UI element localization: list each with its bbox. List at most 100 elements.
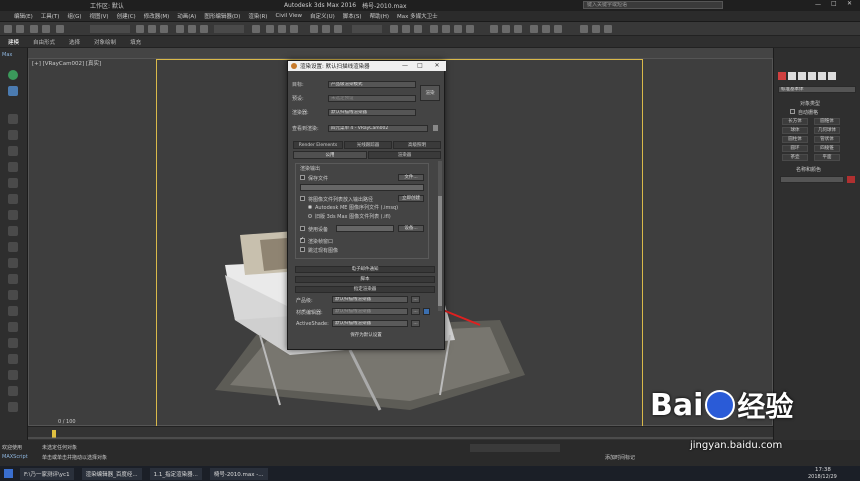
use-device-checkbox[interactable]	[300, 226, 305, 231]
toolbar-icons[interactable]	[0, 22, 860, 36]
ribbon-tab-selection[interactable]: 选择	[69, 38, 80, 46]
taskbar-item-3dsmax[interactable]: 椅号-2010.max -...	[209, 467, 268, 480]
left-tool-2[interactable]	[8, 86, 18, 96]
tab-renderer[interactable]: 渲染器	[368, 151, 441, 159]
close-icon[interactable]: ✕	[847, 0, 852, 7]
view-to-render-dropdown[interactable]: 四元菜单 4 - VRayCam002	[328, 125, 428, 132]
tab-render-elements[interactable]: Render Elements	[293, 141, 343, 149]
plane-button[interactable]: 平面	[814, 154, 840, 161]
geosphere-button[interactable]: 几何球体	[814, 127, 840, 134]
motion-tab-icon[interactable]	[808, 72, 816, 80]
menu-item-graph-editors[interactable]: 图形编辑器(D)	[204, 12, 240, 20]
left-tool-21[interactable]	[8, 402, 18, 412]
menu-item-views[interactable]: 视图(V)	[90, 12, 109, 20]
left-tool-1[interactable]	[8, 70, 18, 80]
left-tool-15[interactable]	[8, 306, 18, 316]
lock-icon[interactable]	[433, 125, 438, 131]
clock-time[interactable]: 17:38	[815, 467, 831, 473]
maxscript-label[interactable]: MAXScript	[2, 454, 28, 460]
timeline[interactable]: 0 / 100	[28, 419, 773, 440]
activeshade-choose-button[interactable]: ...	[411, 320, 420, 327]
left-tool-5[interactable]	[8, 146, 18, 156]
tube-button[interactable]: 管状体	[814, 136, 840, 143]
menu-item-tools[interactable]: 工具(T)	[41, 12, 60, 20]
preset-dropdown[interactable]: 未选定预设	[328, 95, 416, 102]
torus-button[interactable]: 圆环	[782, 145, 808, 152]
sphere-button[interactable]: 球体	[782, 127, 808, 134]
menu-item-animation[interactable]: 动画(A)	[177, 12, 196, 20]
material-editor-renderer-field[interactable]: 默认扫描线渲染器	[332, 308, 408, 315]
coordinate-fields[interactable]	[470, 444, 560, 452]
maximize-icon[interactable]: □	[831, 0, 837, 7]
left-tool-4[interactable]	[8, 130, 18, 140]
modify-tab-icon[interactable]	[788, 72, 796, 80]
render-button[interactable]: 渲染	[420, 85, 440, 101]
tab-raytracer[interactable]: 光线跟踪器	[344, 141, 392, 149]
create-now-button[interactable]: 立即创建	[398, 195, 424, 202]
left-tool-12[interactable]	[8, 258, 18, 268]
output-path-field[interactable]	[300, 184, 424, 191]
left-tool-18[interactable]	[8, 354, 18, 364]
search-box[interactable]: 键入关键字或短语	[583, 1, 723, 9]
cone-button[interactable]: 圆锥体	[814, 118, 840, 125]
legacy-ifl-radio[interactable]	[308, 214, 312, 218]
menu-item-edit[interactable]: 编辑(E)	[14, 12, 33, 20]
taskbar-item-image[interactable]: 1.1_指定渲染器...	[149, 467, 202, 480]
autodesk-me-radio[interactable]	[308, 205, 312, 209]
object-name-field[interactable]	[780, 176, 844, 183]
menu-item-group[interactable]: 组(G)	[67, 12, 81, 20]
display-tab-icon[interactable]	[818, 72, 826, 80]
object-color-swatch[interactable]	[847, 176, 855, 183]
tab-advanced-lighting[interactable]: 高级照明	[393, 141, 441, 149]
utilities-tab-icon[interactable]	[828, 72, 836, 80]
menu-item-modifiers[interactable]: 修改器(M)	[144, 12, 170, 20]
renderer-dropdown[interactable]: 默认扫描线渲染器	[328, 109, 416, 116]
production-renderer-field[interactable]: 默认扫描线渲染器	[332, 296, 408, 303]
left-tool-17[interactable]	[8, 338, 18, 348]
left-tool-10[interactable]	[8, 226, 18, 236]
hierarchy-tab-icon[interactable]	[798, 72, 806, 80]
left-tool-14[interactable]	[8, 290, 18, 300]
teapot-button[interactable]: 茶壶	[782, 154, 808, 161]
left-tool-16[interactable]	[8, 322, 18, 332]
add-time-tag-button[interactable]: 添加时间标记	[605, 454, 635, 461]
ribbon-tab-modeling[interactable]: 建模	[8, 38, 19, 46]
material-editor-choose-button[interactable]: ...	[411, 308, 420, 315]
taskbar-item-browser[interactable]: 渲染编辑器_百度经...	[81, 467, 142, 480]
left-tool-3[interactable]	[8, 114, 18, 124]
create-tab-icon[interactable]	[778, 72, 786, 80]
skip-existing-checkbox[interactable]	[300, 247, 305, 252]
left-tool-9[interactable]	[8, 210, 18, 220]
clock-date[interactable]: 2018/12/29	[808, 474, 837, 480]
workspace-label[interactable]: 工作区: 默认	[90, 1, 124, 10]
menu-item-scripting[interactable]: 脚本(S)	[343, 12, 362, 20]
production-choose-button[interactable]: ...	[411, 296, 420, 303]
rollout-email-notifications[interactable]: 电子邮件通知	[295, 266, 435, 273]
files-button[interactable]: 文件...	[398, 174, 424, 181]
autogrid-checkbox[interactable]	[790, 109, 795, 114]
minimize-icon[interactable]: —	[815, 1, 821, 8]
ribbon-tab-freeform[interactable]: 自由形式	[33, 38, 55, 46]
render-frame-window-checkbox[interactable]	[300, 236, 305, 243]
left-tool-20[interactable]	[8, 386, 18, 396]
left-tool-7[interactable]	[8, 178, 18, 188]
dialog-title-bar[interactable]: 渲染设置: 默认扫描线渲染器 — □ ✕	[288, 61, 446, 71]
dialog-minimize-icon[interactable]: —	[400, 62, 410, 70]
left-tool-8[interactable]	[8, 194, 18, 204]
start-icon[interactable]	[4, 469, 13, 478]
left-tool-13[interactable]	[8, 274, 18, 284]
pyramid-button[interactable]: 四棱锥	[814, 145, 840, 152]
ribbon-tab-populate[interactable]: 填充	[130, 38, 141, 46]
devices-button[interactable]: 设备...	[398, 225, 424, 232]
lock-link-icon[interactable]	[423, 308, 430, 315]
menu-item-rendering[interactable]: 渲染(R)	[248, 12, 267, 20]
dialog-close-icon[interactable]: ✕	[432, 62, 442, 70]
menu-item-create[interactable]: 创建(C)	[117, 12, 136, 20]
menu-item-civil-view[interactable]: Civil View	[275, 13, 301, 19]
viewport-label[interactable]: [+] [VRayCam002] [真实]	[32, 59, 101, 67]
rollout-scripts[interactable]: 脚本	[295, 276, 435, 283]
cylinder-button[interactable]: 圆柱体	[782, 136, 808, 143]
left-tool-6[interactable]	[8, 162, 18, 172]
dialog-scrollbar-thumb[interactable]	[438, 196, 442, 306]
panel-tab-icons[interactable]	[778, 72, 856, 80]
